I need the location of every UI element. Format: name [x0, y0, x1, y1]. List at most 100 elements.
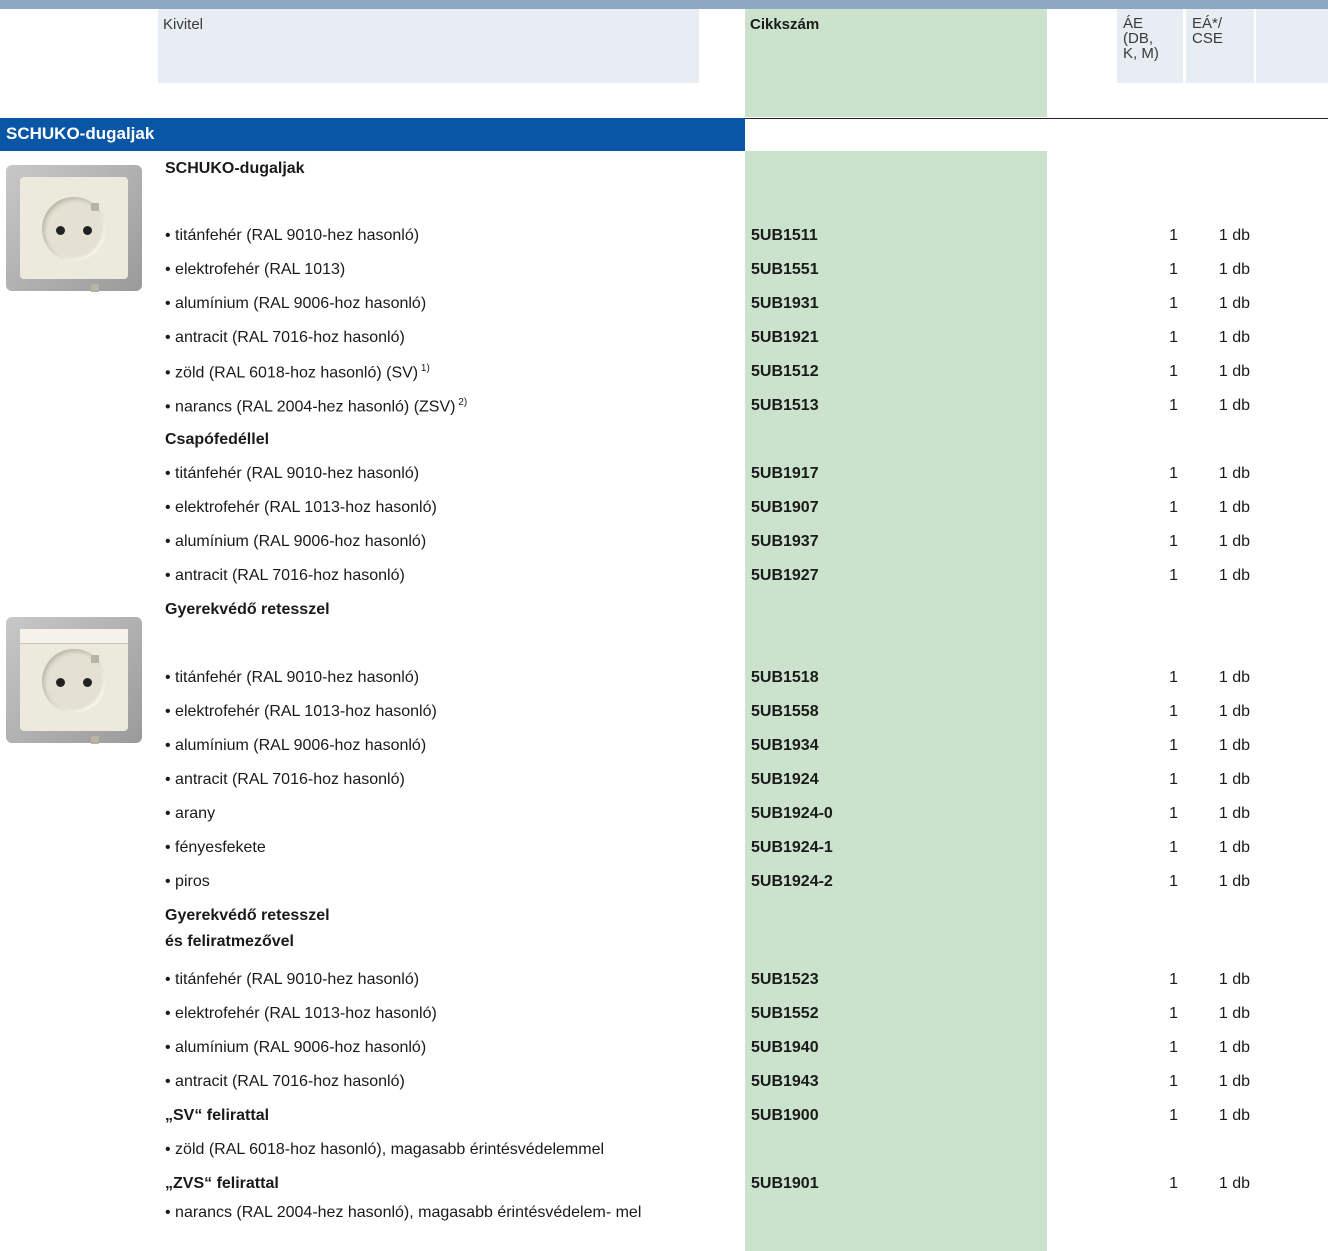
product-row: • arany 5UB1924-0 1 1 db [0, 796, 1328, 830]
sales-unit: 1 db [1218, 533, 1250, 550]
article-number: 5UB1907 [751, 499, 819, 516]
product-description: • antracit (RAL 7016-hoz hasonló) [165, 1073, 405, 1090]
product-row: • antracit (RAL 7016-hoz hasonló) 5UB1927… [0, 558, 1328, 592]
article-number: 5UB1924-1 [751, 839, 833, 856]
product-description: • alumínium (RAL 9006-hoz hasonló) [165, 1039, 427, 1056]
subheading-row: és feliratmezővel [0, 924, 1328, 958]
packaging-unit: 1 [1169, 1175, 1178, 1192]
article-number: 5UB1924-2 [751, 873, 833, 890]
packaging-unit: 1 [1169, 805, 1178, 822]
subheading-label: „ZVS“ felirattal [165, 1175, 279, 1192]
article-number: 5UB1934 [751, 737, 819, 754]
earth-clip [91, 203, 99, 211]
packaging-unit: 1 [1169, 1039, 1178, 1056]
packaging-unit: 1 [1169, 1073, 1178, 1090]
sales-unit: 1 db [1218, 567, 1250, 584]
product-row: • alumínium (RAL 9006-hoz hasonló) 5UB193… [0, 728, 1328, 762]
article-number: 5UB1931 [751, 295, 819, 312]
packaging-unit: 1 [1169, 363, 1178, 380]
sales-unit: 1 db [1218, 839, 1250, 856]
article-number: 5UB1900 [751, 1107, 819, 1124]
product-description: • arany [165, 805, 216, 822]
product-row: • piros 5UB1924-2 1 1 db [0, 864, 1328, 898]
header-cikkszam: Cikkszám [745, 9, 1047, 117]
sales-unit: 1 db [1218, 737, 1250, 754]
product-row: • alumínium (RAL 9006-hoz hasonló) 5UB194… [0, 1030, 1328, 1064]
product-description: • alumínium (RAL 9006-hoz hasonló) [165, 737, 427, 754]
product-row: • zöld (RAL 6018-hoz hasonló), magasabb … [0, 1132, 1328, 1166]
header-ae-label: ÁE (DB, K, M) [1123, 15, 1159, 62]
subheading-label: Csapófedéllel [165, 431, 270, 448]
product-description: • antracit (RAL 7016-hoz hasonló) [165, 329, 405, 346]
header-blank [1256, 9, 1328, 83]
product-description: • elektrofehér (RAL 1013-hoz hasonló) [165, 499, 437, 516]
product-row: • elektrofehér (RAL 1013) 5UB1551 1 1 db [0, 252, 1328, 286]
sales-unit: 1 db [1218, 805, 1250, 822]
sales-unit: 1 db [1218, 295, 1250, 312]
product-row: • alumínium (RAL 9006-hoz hasonló) 5UB193… [0, 524, 1328, 558]
packaging-unit: 1 [1169, 771, 1178, 788]
header-kivitel-label: Kivitel [163, 16, 204, 33]
header-ea: EÁ*/ CSE [1186, 9, 1254, 83]
article-number: 5UB1917 [751, 465, 819, 482]
article-number: 5UB1552 [751, 1005, 819, 1022]
article-number: 5UB1940 [751, 1039, 819, 1056]
article-number: 5UB1512 [751, 363, 819, 380]
product-description: • elektrofehér (RAL 1013-hoz hasonló) [165, 703, 437, 720]
product-description: • antracit (RAL 7016-hoz hasonló) [165, 771, 405, 788]
sales-unit: 1 db [1218, 971, 1250, 988]
socket-lid [20, 629, 128, 644]
footnote-marker: 1) [418, 363, 430, 374]
subheading-row: SCHUKO-dugaljak [0, 151, 1328, 185]
product-row: • titánfehér (RAL 9010-hez hasonló) 5UB15… [0, 962, 1328, 996]
sales-unit: 1 db [1218, 771, 1250, 788]
article-number: 5UB1901 [751, 1175, 819, 1192]
header-ae: ÁE (DB, K, M) [1117, 9, 1183, 83]
footnote-marker: 2) [455, 397, 468, 408]
product-row: • elektrofehér (RAL 1013-hoz hasonló) 5UB… [0, 490, 1328, 524]
sales-unit: 1 db [1218, 873, 1250, 890]
product-description: • titánfehér (RAL 9010-hez hasonló) [165, 465, 420, 482]
subheading-label: „SV“ felirattal [165, 1107, 270, 1124]
sales-unit: 1 db [1218, 397, 1250, 414]
product-row: • titánfehér (RAL 9010-hez hasonló) 5UB19… [0, 456, 1328, 490]
header-ea-label: EÁ*/ CSE [1192, 15, 1223, 47]
top-rule [0, 0, 1328, 9]
header-cikkszam-label: Cikkszám [750, 16, 820, 33]
product-row: • narancs (RAL 2004-hez hasonló) (ZSV) 2… [0, 388, 1328, 422]
sales-unit: 1 db [1218, 1073, 1250, 1090]
article-number: 5UB1511 [751, 227, 818, 244]
product-description: • piros [165, 873, 210, 890]
product-row: • alumínium (RAL 9006-hoz hasonló) 5UB193… [0, 286, 1328, 320]
article-number: 5UB1551 [751, 261, 819, 278]
packaging-unit: 1 [1169, 971, 1178, 988]
sales-unit: 1 db [1218, 465, 1250, 482]
packaging-unit: 1 [1169, 839, 1178, 856]
packaging-unit: 1 [1169, 295, 1178, 312]
sales-unit: 1 db [1218, 703, 1250, 720]
product-description: • narancs (RAL 2004-hez hasonló), magasa… [165, 1204, 642, 1221]
packaging-unit: 1 [1169, 703, 1178, 720]
product-description: • alumínium (RAL 9006-hoz hasonló) [165, 295, 427, 312]
product-description: • zöld (RAL 6018-hoz hasonló), magasabb … [165, 1141, 605, 1158]
article-number: 5UB1927 [751, 567, 819, 584]
packaging-unit: 1 [1169, 465, 1178, 482]
article-number: 5UB1943 [751, 1073, 819, 1090]
product-description: • titánfehér (RAL 9010-hez hasonló) [165, 971, 420, 988]
subheading-row: Csapófedéllel [0, 422, 1328, 456]
sales-unit: 1 db [1218, 499, 1250, 516]
subheading-label: Gyerekvédő retesszel [165, 601, 330, 618]
packaging-unit: 1 [1169, 567, 1178, 584]
product-description: • fényesfekete [165, 839, 266, 856]
sales-unit: 1 db [1218, 1175, 1250, 1192]
packaging-unit: 1 [1169, 397, 1178, 414]
packaging-unit: 1 [1169, 1107, 1178, 1124]
packaging-unit: 1 [1169, 227, 1178, 244]
header-kivitel: Kivitel [158, 9, 699, 83]
article-number: 5UB1523 [751, 971, 819, 988]
article-number: 5UB1924-0 [751, 805, 833, 822]
product-row: • elektrofehér (RAL 1013-hoz hasonló) 5UB… [0, 694, 1328, 728]
packaging-unit: 1 [1169, 533, 1178, 550]
product-row: • antracit (RAL 7016-hoz hasonló) 5UB1921… [0, 320, 1328, 354]
subheading-label: SCHUKO-dugaljak [165, 160, 305, 177]
